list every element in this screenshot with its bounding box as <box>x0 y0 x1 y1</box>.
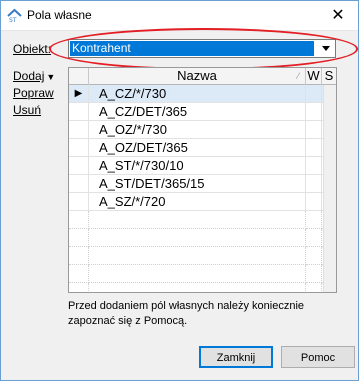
row-pointer-cell: ▶ <box>69 85 89 103</box>
empty-cell <box>306 247 322 265</box>
object-select-value: Kontrahent <box>70 41 314 56</box>
empty-row <box>69 283 336 292</box>
empty-row <box>69 229 336 247</box>
title-bar: ST Pola własne ✕ <box>1 1 358 31</box>
info-text: Przed dodaniem pól własnych należy konie… <box>68 300 305 327</box>
app-icon: ST <box>7 8 22 23</box>
empty-row <box>69 247 336 265</box>
empty-cell <box>89 229 306 247</box>
close-icon[interactable]: ✕ <box>328 6 348 26</box>
empty-cell <box>69 247 89 265</box>
empty-cell <box>306 265 322 283</box>
table-row[interactable]: A_OZ/*/730 <box>69 121 336 139</box>
field-name-cell: A_ST/*/730/10 <box>89 157 306 175</box>
empty-cell <box>69 283 89 292</box>
chevron-down-icon[interactable] <box>319 42 333 55</box>
empty-cell <box>306 229 322 247</box>
fields-grid: Nazwa ⁄ W S ▶ A_CZ/*/730 A_CZ/DET/365 A_OZ/*… <box>68 67 337 293</box>
field-name-cell: A_CZ/DET/365 <box>89 103 306 121</box>
object-select[interactable]: Kontrahent <box>68 39 336 58</box>
field-name-cell: A_OZ/DET/365 <box>89 139 306 157</box>
vertical-scrollbar[interactable] <box>323 85 336 292</box>
header-s[interactable]: S <box>322 68 336 85</box>
add-button[interactable]: Dodaj ▼ <box>13 68 55 85</box>
w-cell <box>306 139 322 157</box>
w-cell <box>306 157 322 175</box>
table-row[interactable]: A_ST/*/730/10 <box>69 157 336 175</box>
header-pointer-column <box>69 68 89 85</box>
delete-button[interactable]: Usuń <box>13 102 55 119</box>
table-row[interactable]: A_ST/DET/365/15 <box>69 175 336 193</box>
empty-cell <box>306 211 322 229</box>
w-cell <box>306 193 322 211</box>
object-label: Obiekt: <box>13 42 52 56</box>
header-w[interactable]: W <box>306 68 322 85</box>
table-row[interactable]: ▶ A_CZ/*/730 <box>69 85 336 103</box>
empty-cell <box>89 283 306 292</box>
side-actions: Dodaj ▼ Popraw Usuń <box>13 68 55 119</box>
row-pointer-cell <box>69 103 89 121</box>
field-name-cell: A_SZ/*/720 <box>89 193 306 211</box>
field-name-cell: A_ST/DET/365/15 <box>89 175 306 193</box>
help-button[interactable]: Pomoc <box>281 346 355 368</box>
table-row[interactable]: A_OZ/DET/365 <box>69 139 336 157</box>
empty-cell <box>69 229 89 247</box>
empty-cell <box>89 265 306 283</box>
header-name[interactable]: Nazwa ⁄ <box>89 68 306 85</box>
column-resize-icon: ⁄ <box>297 71 299 81</box>
edit-button[interactable]: Popraw <box>13 85 55 102</box>
grid-body: ▶ A_CZ/*/730 A_CZ/DET/365 A_OZ/*/730 A_OZ/DE… <box>69 85 336 292</box>
row-pointer-cell <box>69 193 89 211</box>
row-pointer-cell <box>69 139 89 157</box>
w-cell <box>306 121 322 139</box>
caret-down-icon: ▼ <box>46 72 56 82</box>
close-button[interactable]: Zamknij <box>199 346 273 368</box>
field-name-cell: A_CZ/*/730 <box>89 85 306 103</box>
empty-row <box>69 265 336 283</box>
empty-row <box>69 211 336 229</box>
row-pointer-cell <box>69 175 89 193</box>
svg-text:ST: ST <box>9 17 17 23</box>
window-title: Pola własne <box>27 8 92 22</box>
field-name-cell: A_OZ/*/730 <box>89 121 306 139</box>
row-pointer-cell <box>69 157 89 175</box>
empty-cell <box>89 247 306 265</box>
grid-header: Nazwa ⁄ W S <box>69 68 336 85</box>
table-row[interactable]: A_SZ/*/720 <box>69 193 336 211</box>
empty-cell <box>89 211 306 229</box>
w-cell <box>306 85 322 103</box>
w-cell <box>306 175 322 193</box>
empty-cell <box>69 211 89 229</box>
w-cell <box>306 103 322 121</box>
table-row[interactable]: A_CZ/DET/365 <box>69 103 336 121</box>
dialog-window: ST Pola własne ✕ Obiekt: Kontrahent Doda… <box>0 0 359 381</box>
empty-cell <box>69 265 89 283</box>
row-pointer-cell <box>69 121 89 139</box>
row-pointer-icon: ▶ <box>74 88 83 99</box>
empty-cell <box>306 283 322 292</box>
